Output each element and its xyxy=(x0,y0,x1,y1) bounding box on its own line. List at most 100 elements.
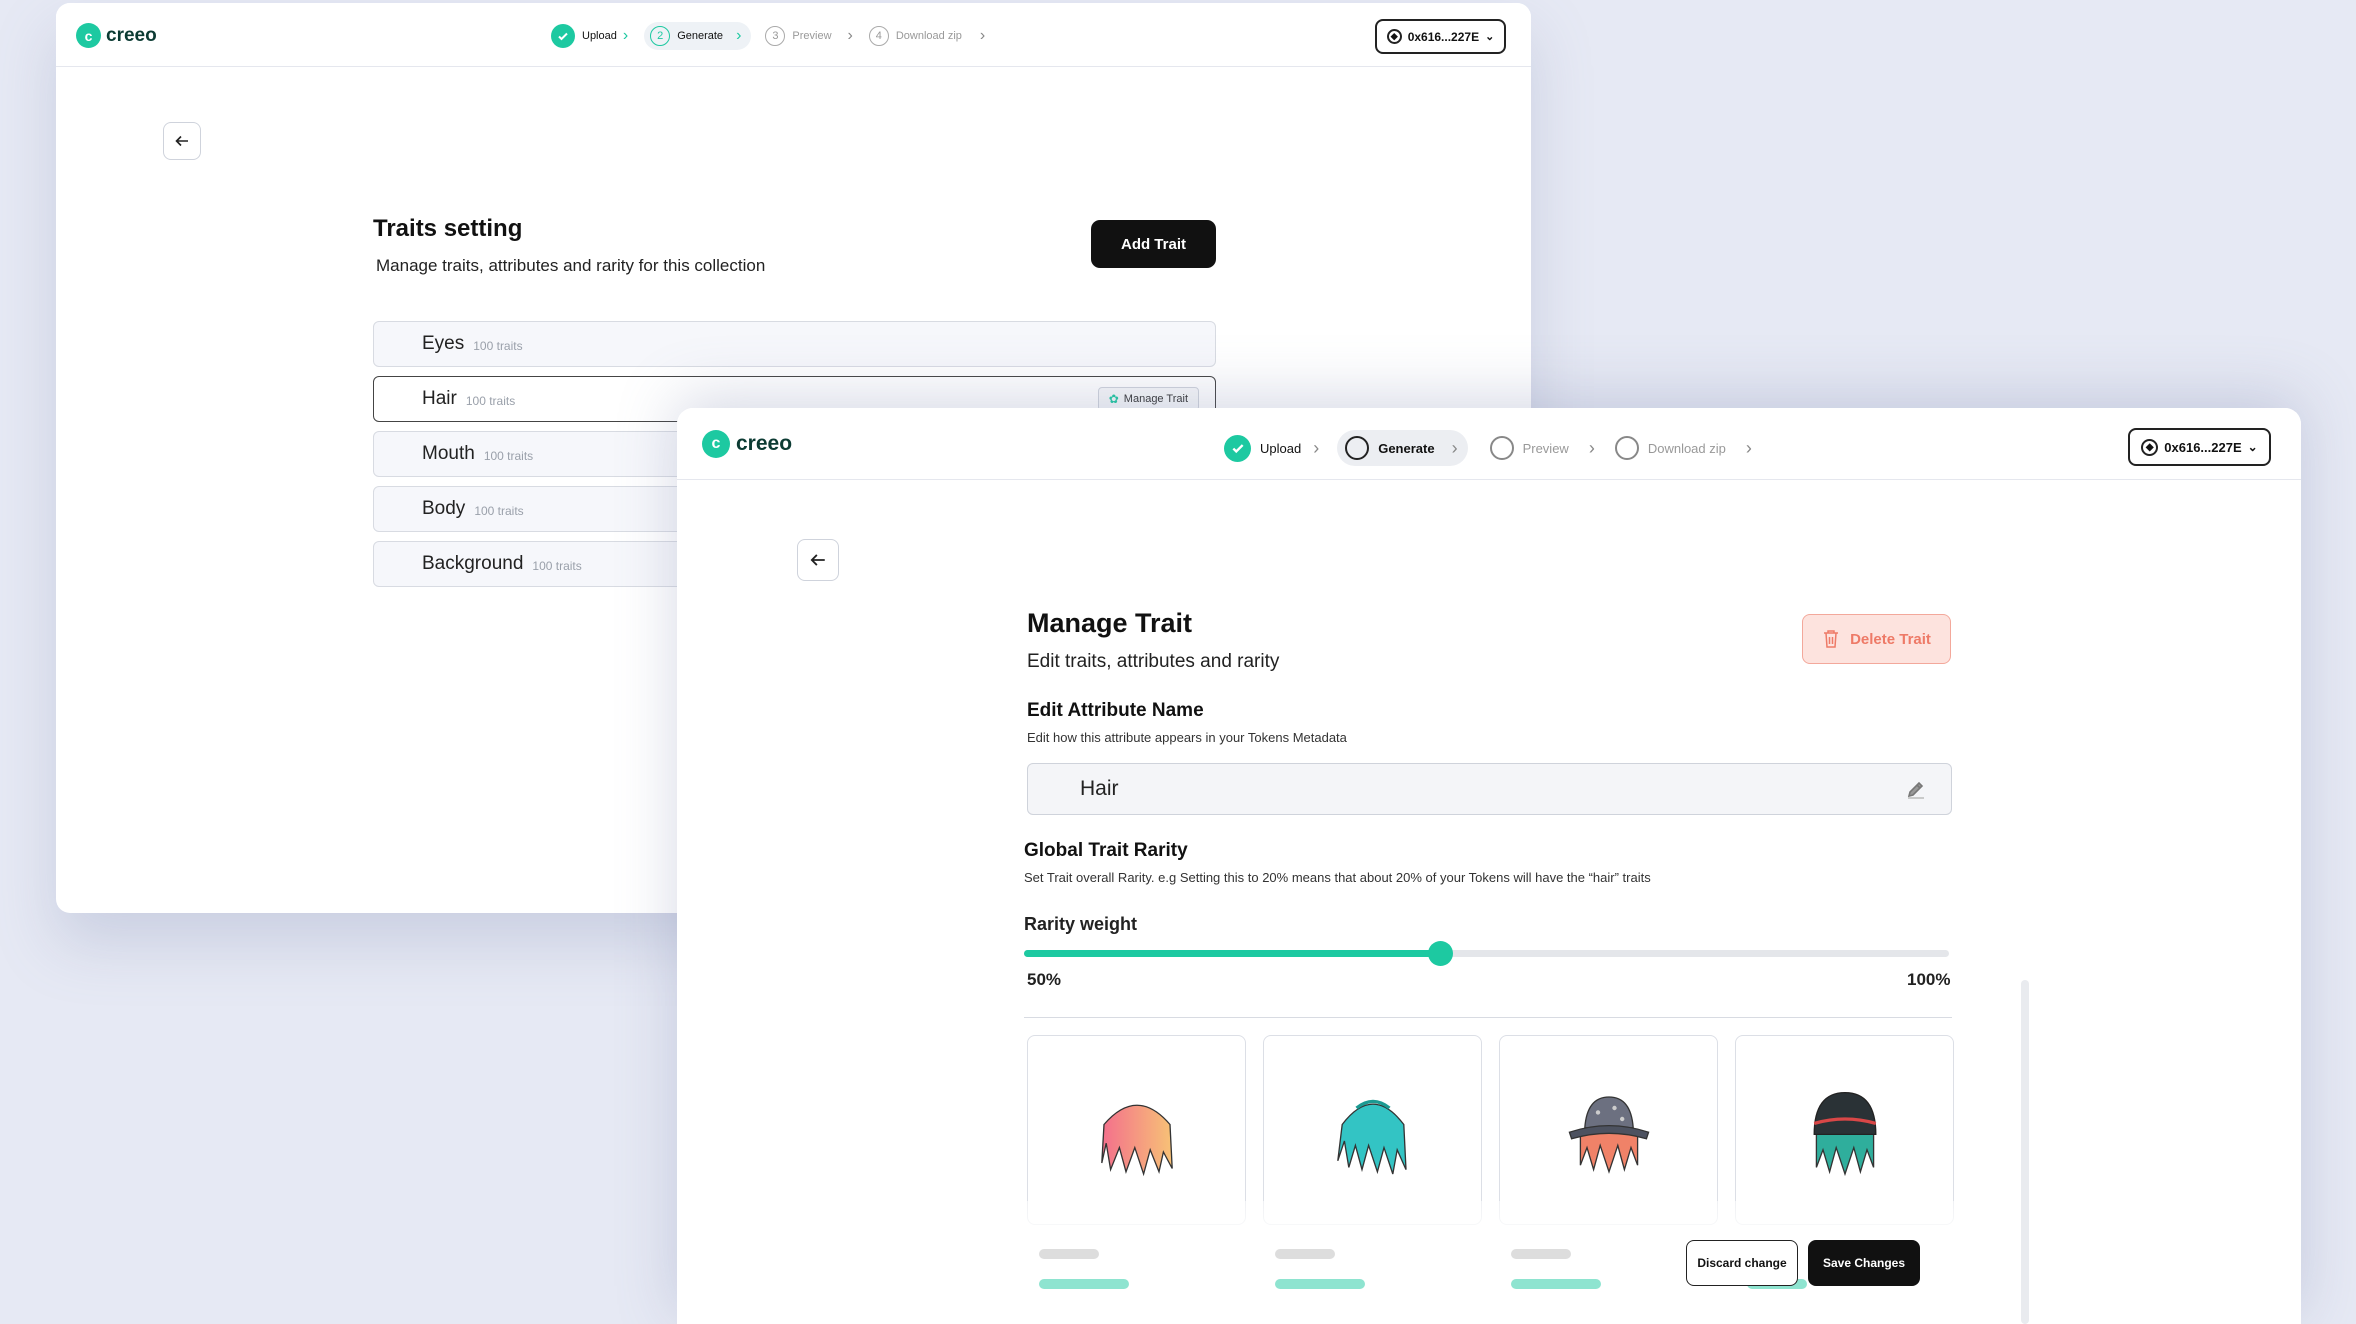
page-subtitle: Manage traits, attributes and rarity for… xyxy=(376,256,766,275)
pencil-icon[interactable] xyxy=(1905,778,1927,800)
chevron-right-icon: › xyxy=(622,27,629,44)
rarity-slider[interactable] xyxy=(1024,941,1949,966)
creeo-logo-icon: c xyxy=(702,430,730,458)
trait-count: 100 traits xyxy=(483,448,534,463)
section-title: Edit Attribute Name xyxy=(1027,700,1204,721)
chevron-down-icon: ⌄ xyxy=(1485,31,1495,43)
manage-trait-window: c creeo Upload › Generate › Preview › Do… xyxy=(677,408,2301,1324)
trait-name: Eyes xyxy=(422,333,465,354)
ethereum-icon: ◆ xyxy=(1386,29,1402,44)
scrollbar[interactable] xyxy=(2021,980,2029,1324)
chevron-right-icon: › xyxy=(979,27,986,44)
gear-icon: ✿ xyxy=(1108,392,1119,406)
ethereum-icon: ◆ xyxy=(2141,438,2159,456)
ghost-bar xyxy=(1511,1279,1601,1289)
top-navbar: c creeo Upload › Generate › Preview › Do… xyxy=(677,408,2301,480)
ghost-text xyxy=(1039,1249,1099,1259)
brand-logo[interactable]: c creeo xyxy=(702,430,792,458)
discard-change-button[interactable]: Discard change xyxy=(1686,1240,1798,1286)
progress-steps: Upload › Generate › Preview › Download z… xyxy=(1224,430,1752,466)
trait-name: Hair xyxy=(422,388,457,409)
trait-card[interactable] xyxy=(1499,1035,1718,1225)
step-circle-icon xyxy=(1489,436,1514,460)
attribute-name-value: Hair xyxy=(1080,777,1119,800)
section-description: Edit how this attribute appears in your … xyxy=(1027,730,1347,745)
chevron-right-icon: › xyxy=(847,27,853,44)
ghost-bar xyxy=(1275,1279,1365,1289)
check-icon xyxy=(1224,434,1251,462)
back-button[interactable] xyxy=(797,539,839,581)
hair-beanie-icon xyxy=(1813,1091,1876,1177)
step-label: Upload xyxy=(1260,440,1302,456)
step-download[interactable]: 4 Download zip xyxy=(868,26,962,46)
step-circle-icon xyxy=(1345,436,1370,460)
divider xyxy=(1024,1017,1952,1018)
back-button[interactable] xyxy=(163,122,201,160)
top-navbar: c creeo Upload › 2 Generate › 3 Preview … xyxy=(56,3,1531,67)
wallet-button[interactable]: ◆ 0x616...227E ⌄ xyxy=(2128,428,2271,466)
ghost-text xyxy=(1275,1249,1335,1259)
trait-row-eyes[interactable]: Eyes 100 traits xyxy=(373,321,1216,367)
step-preview[interactable]: 3 Preview xyxy=(765,26,832,46)
step-label: Download zip xyxy=(1647,440,1726,456)
trait-name: Background xyxy=(422,553,524,574)
progress-steps: Upload › 2 Generate › 3 Preview › 4 Down… xyxy=(551,22,985,50)
wallet-button[interactable]: ◆ 0x616...227E ⌄ xyxy=(1375,19,1506,54)
step-label: Download zip xyxy=(895,30,962,42)
slider-min-label: 50% xyxy=(1027,970,1062,989)
step-number: 4 xyxy=(868,26,889,46)
section-title: Global Trait Rarity xyxy=(1024,840,1188,861)
trait-card[interactable] xyxy=(1735,1035,1954,1225)
add-trait-button[interactable]: Add Trait xyxy=(1091,220,1216,268)
wallet-address: 0x616...227E xyxy=(1407,29,1480,44)
hair-dreads-teal-icon xyxy=(1336,1099,1407,1175)
step-generate[interactable]: Generate › xyxy=(1337,430,1468,466)
brand-name: creeo xyxy=(736,432,793,455)
wallet-address: 0x616...227E xyxy=(2164,439,2242,455)
attribute-name-input[interactable]: Hair xyxy=(1027,763,1952,815)
page-title: Traits setting xyxy=(373,215,523,242)
arrow-left-icon xyxy=(175,135,188,147)
step-upload[interactable]: Upload xyxy=(1224,433,1301,463)
step-label: Preview xyxy=(1522,440,1569,456)
slider-thumb[interactable] xyxy=(1428,941,1454,966)
slider-fill xyxy=(1024,950,1441,957)
step-label: Upload xyxy=(582,30,617,42)
trait-count: 100 traits xyxy=(465,393,516,408)
step-generate[interactable]: 2 Generate › xyxy=(644,22,752,50)
chevron-right-icon: › xyxy=(1588,437,1595,458)
step-download[interactable]: Download zip xyxy=(1614,436,1726,460)
ghost-bar xyxy=(1039,1279,1129,1289)
trait-card[interactable] xyxy=(1027,1035,1246,1225)
trait-card[interactable] xyxy=(1263,1035,1482,1225)
section-description: Set Trait overall Rarity. e.g Setting th… xyxy=(1024,870,1651,885)
step-label: Preview xyxy=(792,30,832,42)
trait-count: 100 traits xyxy=(532,558,582,573)
save-changes-button[interactable]: Save Changes xyxy=(1808,1240,1920,1286)
step-upload[interactable]: Upload xyxy=(551,23,617,49)
delete-trait-button[interactable]: Delete Trait xyxy=(1802,614,1951,664)
trait-name: Mouth xyxy=(422,443,475,464)
page-title: Manage Trait xyxy=(1027,608,1193,638)
chevron-right-icon: › xyxy=(1451,437,1458,458)
trait-name: Body xyxy=(422,498,466,519)
arrow-left-icon xyxy=(810,554,825,566)
delete-trait-label: Delete Trait xyxy=(1850,630,1931,648)
step-circle-icon xyxy=(1614,436,1639,460)
step-preview[interactable]: Preview xyxy=(1489,436,1569,460)
manage-trait-label: Manage Trait xyxy=(1123,393,1188,405)
check-icon xyxy=(551,24,575,48)
chevron-down-icon: ⌄ xyxy=(2247,440,2258,454)
trait-count: 100 traits xyxy=(473,338,523,353)
chevron-right-icon: › xyxy=(736,27,742,44)
trait-count: 100 traits xyxy=(474,503,524,518)
chevron-right-icon: › xyxy=(1745,437,1752,458)
page-subtitle: Edit traits, attributes and rarity xyxy=(1027,651,1280,672)
step-number: 2 xyxy=(650,26,671,46)
slider-max-label: 100% xyxy=(1907,970,1951,989)
step-label: Generate xyxy=(1378,440,1435,456)
hair-bucket-hat-icon xyxy=(1568,1096,1649,1174)
step-label: Generate xyxy=(677,30,724,42)
brand-logo[interactable]: c creeo xyxy=(76,23,157,48)
trash-icon xyxy=(1824,630,1839,648)
